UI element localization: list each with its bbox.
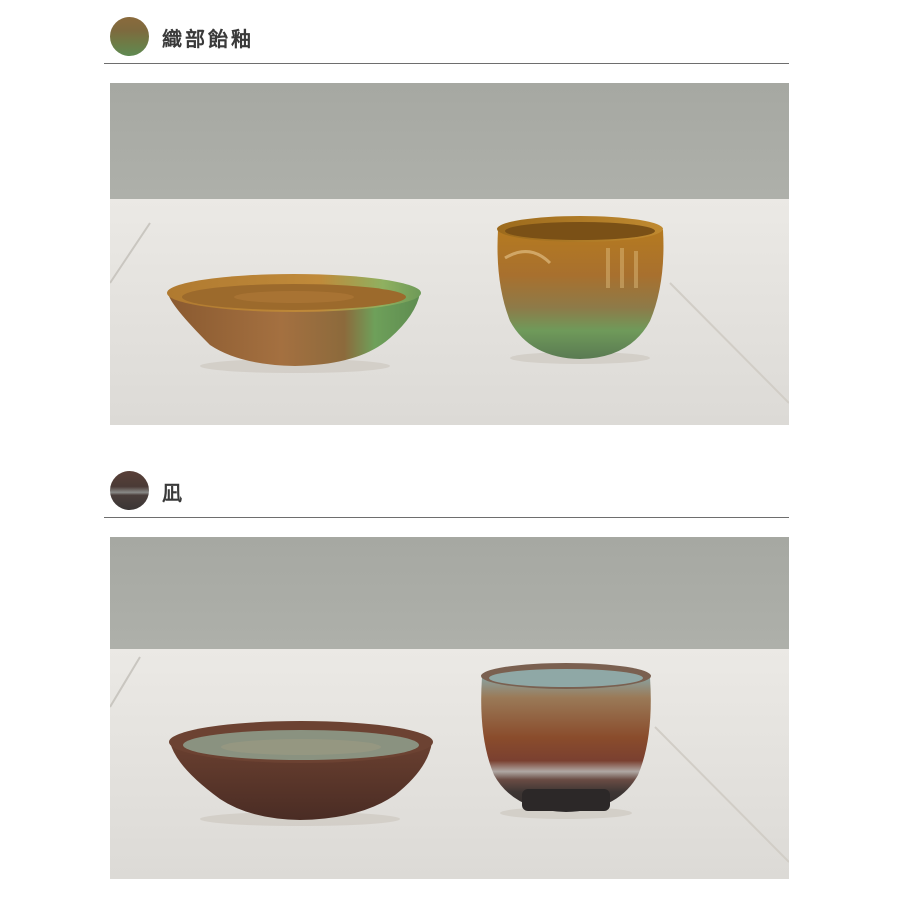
glaze-swatch-icon — [110, 17, 149, 56]
section-header: 凪 — [104, 468, 789, 518]
section-header: 織部飴釉 — [104, 14, 789, 64]
section-title: 織部飴釉 — [162, 27, 254, 51]
section-title: 凪 — [162, 481, 185, 505]
glaze-swatch-icon — [110, 471, 149, 510]
product-photo — [110, 537, 789, 879]
product-photo — [110, 83, 789, 425]
